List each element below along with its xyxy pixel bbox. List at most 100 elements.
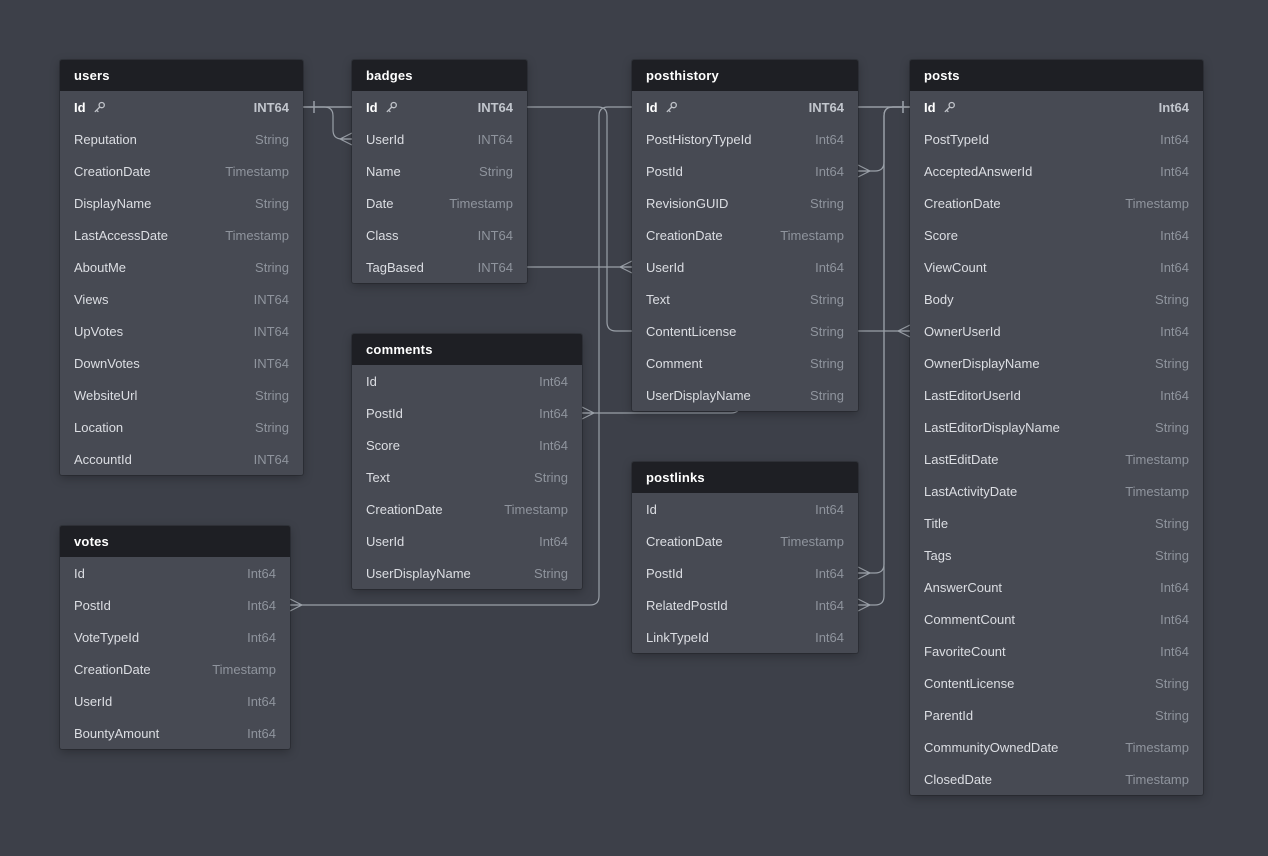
field-row-posts-viewcount[interactable]: ViewCountInt64 — [910, 251, 1203, 283]
diagram-canvas[interactable]: users Id INT64 ReputationString CreationDate… — [0, 0, 1268, 856]
field-row-users-reputation[interactable]: ReputationString — [60, 123, 303, 155]
field-row-users-displayname[interactable]: DisplayNameString — [60, 187, 303, 219]
field-row-posthistory-comment[interactable]: CommentString — [632, 347, 858, 379]
crows-foot-marker — [858, 599, 870, 611]
field-row-posts-creationdate[interactable]: CreationDateTimestamp — [910, 187, 1203, 219]
field-name: Location — [74, 420, 123, 435]
field-row-badges-id[interactable]: IdINT64 — [352, 91, 527, 123]
field-row-posts-closeddate[interactable]: ClosedDateTimestamp — [910, 763, 1203, 795]
table-header-votes[interactable]: votes — [60, 526, 290, 557]
field-row-posts-lasteditoruserid[interactable]: LastEditorUserIdInt64 — [910, 379, 1203, 411]
field-name: Id — [646, 100, 658, 115]
field-row-posts-tags[interactable]: TagsString — [910, 539, 1203, 571]
field-row-posts-parentid[interactable]: ParentIdString — [910, 699, 1203, 731]
table-header-posthistory[interactable]: posthistory — [632, 60, 858, 91]
field-row-posts-communityowneddate[interactable]: CommunityOwnedDateTimestamp — [910, 731, 1203, 763]
field-row-users-location[interactable]: LocationString — [60, 411, 303, 443]
field-type: String — [1137, 356, 1189, 371]
field-row-posts-commentcount[interactable]: CommentCountInt64 — [910, 603, 1203, 635]
field-type: Timestamp — [207, 164, 289, 179]
field-row-posts-lasteditordisplayname[interactable]: LastEditorDisplayNameString — [910, 411, 1203, 443]
field-row-posthistory-userdisplayname[interactable]: UserDisplayNameString — [632, 379, 858, 411]
field-row-posthistory-revisionguid[interactable]: RevisionGUIDString — [632, 187, 858, 219]
table-header-badges[interactable]: badges — [352, 60, 527, 91]
field-row-users-creationdate[interactable]: CreationDate Timestamp — [60, 155, 303, 187]
field-type: String — [461, 164, 513, 179]
field-name: PostId — [74, 598, 111, 613]
field-row-comments-postid[interactable]: PostIdInt64 — [352, 397, 582, 429]
field-row-comments-userdisplayname[interactable]: UserDisplayNameString — [352, 557, 582, 589]
field-row-posts-contentlicense[interactable]: ContentLicenseString — [910, 667, 1203, 699]
table-header-postlinks[interactable]: postlinks — [632, 462, 858, 493]
table-votes[interactable]: votesIdInt64PostIdInt64VoteTypeIdInt64Cr… — [60, 526, 290, 749]
field-row-badges-tagbased[interactable]: TagBasedINT64 — [352, 251, 527, 283]
field-row-users-websiteurl[interactable]: WebsiteUrlString — [60, 379, 303, 411]
field-row-posthistory-userid[interactable]: UserIdInt64 — [632, 251, 858, 283]
field-row-badges-class[interactable]: ClassINT64 — [352, 219, 527, 251]
field-row-posthistory-id[interactable]: Id INT64 — [632, 91, 858, 123]
field-row-posts-lastactivitydate[interactable]: LastActivityDateTimestamp — [910, 475, 1203, 507]
field-name: ViewCount — [924, 260, 987, 275]
field-row-users-downvotes[interactable]: DownVotesINT64 — [60, 347, 303, 379]
table-badges[interactable]: badgesIdINT64UserIdINT64NameStringDateTi… — [352, 60, 527, 283]
field-row-comments-text[interactable]: TextString — [352, 461, 582, 493]
table-postlinks[interactable]: postlinksIdInt64CreationDateTimestampPos… — [632, 462, 858, 653]
table-users[interactable]: usersIdINT64ReputationStringCreationDate… — [60, 60, 303, 475]
field-name: AccountId — [74, 452, 132, 467]
field-row-postlinks-postid[interactable]: PostIdInt64 — [632, 557, 858, 589]
field-row-posthistory-creationdate[interactable]: CreationDateTimestamp — [632, 219, 858, 251]
field-row-votes-postid[interactable]: PostIdInt64 — [60, 589, 290, 621]
field-row-posthistory-contentlicense[interactable]: ContentLicenseString — [632, 315, 858, 347]
field-row-votes-userid[interactable]: UserIdInt64 — [60, 685, 290, 717]
field-row-users-upvotes[interactable]: UpVotesINT64 — [60, 315, 303, 347]
field-row-postlinks-relatedpostid[interactable]: RelatedPostIdInt64 — [632, 589, 858, 621]
field-row-postlinks-creationdate[interactable]: CreationDateTimestamp — [632, 525, 858, 557]
field-row-votes-bountyamount[interactable]: BountyAmountInt64 — [60, 717, 290, 749]
field-row-posts-answercount[interactable]: AnswerCountInt64 — [910, 571, 1203, 603]
field-type: Int64 — [521, 438, 568, 453]
table-comments[interactable]: commentsIdInt64PostIdInt64ScoreInt64Text… — [352, 334, 582, 589]
field-row-posts-ownerdisplayname[interactable]: OwnerDisplayNameString — [910, 347, 1203, 379]
field-name: CreationDate — [74, 164, 151, 179]
field-row-comments-score[interactable]: ScoreInt64 — [352, 429, 582, 461]
field-row-posthistory-text[interactable]: TextString — [632, 283, 858, 315]
field-row-votes-creationdate[interactable]: CreationDateTimestamp — [60, 653, 290, 685]
field-row-comments-id[interactable]: IdInt64 — [352, 365, 582, 397]
table-header-posts[interactable]: posts — [910, 60, 1203, 91]
table-posthistory[interactable]: posthistory Id INT64 PostHistoryTypeIdInt64… — [632, 60, 858, 411]
field-type: INT64 — [791, 100, 844, 115]
field-row-users-views[interactable]: ViewsINT64 — [60, 283, 303, 315]
field-name: PostId — [646, 566, 683, 581]
field-row-badges-userid[interactable]: UserIdINT64 — [352, 123, 527, 155]
field-row-posts-body[interactable]: BodyString — [910, 283, 1203, 315]
field-row-posts-acceptedanswerid[interactable]: AcceptedAnswerIdInt64 — [910, 155, 1203, 187]
field-row-votes-votetypeid[interactable]: VoteTypeIdInt64 — [60, 621, 290, 653]
field-row-posthistory-postid[interactable]: PostIdInt64 — [632, 155, 858, 187]
field-row-comments-creationdate[interactable]: CreationDateTimestamp — [352, 493, 582, 525]
field-row-badges-name[interactable]: NameString — [352, 155, 527, 187]
field-row-posts-lasteditdate[interactable]: LastEditDateTimestamp — [910, 443, 1203, 475]
field-type: INT64 — [460, 260, 513, 275]
table-header-users[interactable]: users — [60, 60, 303, 91]
field-row-postlinks-id[interactable]: IdInt64 — [632, 493, 858, 525]
table-header-comments[interactable]: comments — [352, 334, 582, 365]
field-row-posts-posttypeid[interactable]: PostTypeIdInt64 — [910, 123, 1203, 155]
field-row-users-lastaccessdate[interactable]: LastAccessDateTimestamp — [60, 219, 303, 251]
field-type: INT64 — [236, 292, 289, 307]
table-posts[interactable]: postsIdInt64PostTypeIdInt64AcceptedAnswe… — [910, 60, 1203, 795]
field-row-posts-score[interactable]: ScoreInt64 — [910, 219, 1203, 251]
field-row-users-id[interactable]: IdINT64 — [60, 91, 303, 123]
field-row-posthistory-posthistorytypeid[interactable]: PostHistoryTypeIdInt64 — [632, 123, 858, 155]
field-row-posts-favoritecount[interactable]: FavoriteCountInt64 — [910, 635, 1203, 667]
field-type: Int64 — [797, 164, 844, 179]
field-row-votes-id[interactable]: IdInt64 — [60, 557, 290, 589]
field-row-badges-date[interactable]: DateTimestamp — [352, 187, 527, 219]
field-row-posts-id[interactable]: IdInt64 — [910, 91, 1203, 123]
field-row-users-accountid[interactable]: AccountIdINT64 — [60, 443, 303, 475]
field-row-postlinks-linktypeid[interactable]: LinkTypeIdInt64 — [632, 621, 858, 653]
field-name: PostId — [366, 406, 403, 421]
field-row-users-aboutme[interactable]: AboutMeString — [60, 251, 303, 283]
field-row-posts-owneruserid[interactable]: OwnerUserIdInt64 — [910, 315, 1203, 347]
field-row-posts-title[interactable]: TitleString — [910, 507, 1203, 539]
field-row-comments-userid[interactable]: UserIdInt64 — [352, 525, 582, 557]
